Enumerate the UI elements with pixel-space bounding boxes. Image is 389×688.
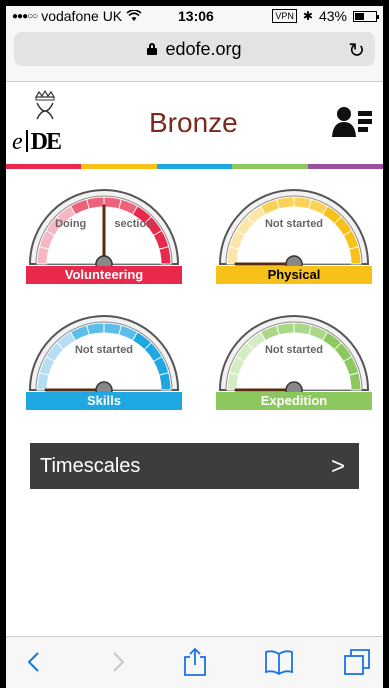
bluetooth-icon: ✱ xyxy=(302,9,313,23)
phone-screen: ●●●○○ vodafone UK 13:06 VPN ✱ 43% edofe.… xyxy=(6,6,383,688)
status-bar: ●●●○○ vodafone UK 13:06 VPN ✱ 43% xyxy=(6,6,383,26)
chevron-left-icon xyxy=(27,652,39,672)
stripe-segment xyxy=(81,164,157,169)
battery-percent: 43% xyxy=(318,8,347,24)
logo-de: DE xyxy=(30,129,62,155)
gauge-label: Volunteering xyxy=(26,266,182,284)
gauge-volunteering[interactable]: Doing section Volunteering xyxy=(26,184,182,284)
color-stripe xyxy=(6,164,383,169)
gauge-status: Not started xyxy=(74,344,134,356)
forward-button[interactable] xyxy=(102,645,136,679)
url-bar[interactable]: edofe.org ↻ xyxy=(14,32,375,66)
back-button[interactable] xyxy=(16,645,50,679)
url-text: edofe.org xyxy=(165,38,242,59)
gauge-label: Skills xyxy=(26,392,182,410)
share-button[interactable] xyxy=(178,645,212,679)
signal-icon: ●●●○○ xyxy=(12,10,38,22)
dofe-logo[interactable]: e DE xyxy=(12,89,82,159)
profile-card-icon[interactable] xyxy=(331,105,373,139)
gauge-physical[interactable]: Not started Physical xyxy=(216,184,372,284)
gauge-status: Not started xyxy=(264,218,324,230)
browser-address-area: edofe.org ↻ xyxy=(6,26,383,82)
chevron-right-icon: > xyxy=(330,453,345,480)
tabs-button[interactable] xyxy=(340,645,374,679)
chevron-right-icon xyxy=(113,652,125,672)
wifi-icon xyxy=(126,10,142,21)
crown-emblem-icon xyxy=(34,89,56,120)
stripe-segment xyxy=(307,164,383,169)
gauge-expedition[interactable]: Not started Expedition xyxy=(216,310,372,410)
page-header: e DE Bronze xyxy=(6,83,383,163)
battery-icon xyxy=(353,10,379,22)
gauge-status: Not started xyxy=(264,344,324,356)
reload-icon[interactable]: ↻ xyxy=(348,38,365,63)
stripe-segment xyxy=(6,164,82,169)
carrier: vodafone UK xyxy=(41,8,123,24)
book-icon xyxy=(265,650,293,675)
gauge-skills[interactable]: Not started Skills xyxy=(26,310,182,410)
page-title: Bronze xyxy=(149,107,238,138)
logo-e: e xyxy=(12,129,23,155)
stripe-segment xyxy=(232,164,308,169)
lock-icon xyxy=(147,43,158,55)
gauge-status: Doing section xyxy=(55,218,153,230)
vpn-badge: VPN xyxy=(272,9,297,23)
gauge-label: Expedition xyxy=(216,392,372,410)
gauge-label: Physical xyxy=(216,266,372,284)
stripe-segment xyxy=(156,164,233,169)
timescales-button[interactable]: Timescales > xyxy=(30,443,359,489)
clock: 13:06 xyxy=(178,8,214,24)
bookmarks-button[interactable] xyxy=(262,645,296,679)
tabs-icon xyxy=(344,649,370,675)
browser-toolbar xyxy=(6,636,383,688)
timescales-label: Timescales xyxy=(40,454,141,477)
share-icon xyxy=(184,647,206,676)
